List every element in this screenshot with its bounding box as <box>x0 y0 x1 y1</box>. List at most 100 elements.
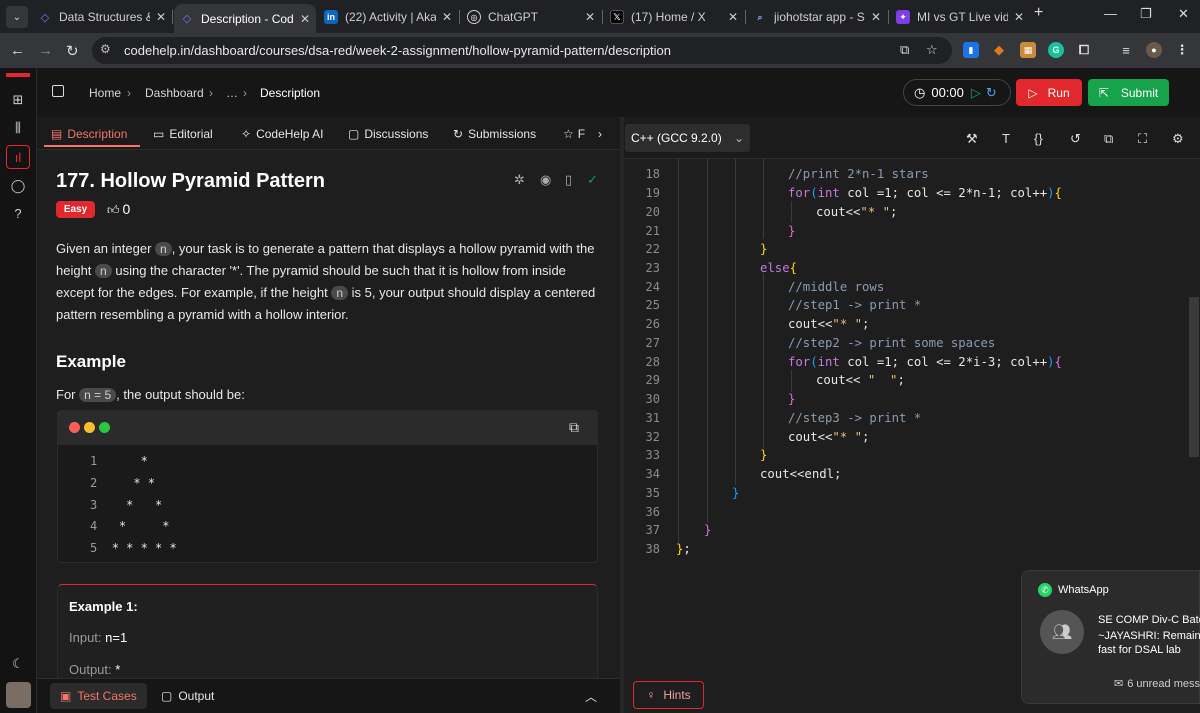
user-avatar[interactable] <box>6 682 31 708</box>
breadcrumb-ellipsis[interactable]: … <box>226 86 238 100</box>
code-line[interactable]: } <box>760 242 767 256</box>
tab-label: Submissions <box>468 127 537 141</box>
code-line[interactable]: //step1 -> print * <box>788 298 921 312</box>
browser-tab[interactable]: ◇ Data Structures & Alg ✕ <box>32 4 172 30</box>
hints-label: Hints <box>663 688 691 702</box>
reset-icon[interactable]: ↻ <box>986 85 997 101</box>
close-window-icon[interactable]: ✕ <box>1178 6 1189 22</box>
extension-icon[interactable]: ▦ <box>1020 42 1036 58</box>
tab-codehelp-ai[interactable]: ✧ CodeHelp AI <box>241 127 323 141</box>
reload-icon[interactable]: ↻ <box>66 42 79 60</box>
settings-sliders-icon[interactable]: ⚙ <box>1172 131 1184 147</box>
tab-description[interactable]: ▤ Description <box>51 127 127 141</box>
browser-tab[interactable]: 𝕏 (17) Home / X ✕ <box>604 4 744 30</box>
grammarly-icon[interactable]: G <box>1048 42 1064 58</box>
restore-icon[interactable]: ❐ <box>1140 6 1152 22</box>
minimize-icon[interactable]: — <box>1104 6 1117 21</box>
close-tab-icon[interactable]: ✕ <box>871 10 881 24</box>
browser-tab-active[interactable]: ◇ Description - Codehe ✕ <box>174 4 316 33</box>
grid-icon[interactable]: ⊞ <box>8 90 28 110</box>
upload-icon: ⇱ <box>1098 85 1109 100</box>
code-line[interactable]: } <box>704 523 711 537</box>
theme-toggle-icon[interactable]: ☾ <box>8 654 28 674</box>
code-line[interactable]: for(int col =1; col <= 2*n-1; col++){ <box>788 186 1062 200</box>
code-line[interactable]: cout<<"* "; <box>788 430 869 444</box>
code-line[interactable]: } <box>788 392 795 406</box>
browser-tab[interactable]: in (22) Activity | Akash S ✕ <box>318 4 458 30</box>
braces-icon[interactable]: {} <box>1034 131 1043 146</box>
browser-tab[interactable]: ✦ MI vs GT Live video s ✕ <box>890 4 1030 30</box>
extension-icon[interactable]: ▮ <box>963 42 979 58</box>
close-tab-icon[interactable]: ✕ <box>728 10 738 24</box>
copy-code-icon[interactable]: ⧉ <box>1104 131 1113 147</box>
copy-icon[interactable]: ⧉ <box>569 419 579 436</box>
fullscreen-icon[interactable]: ⛶ <box>1138 131 1147 147</box>
code-line[interactable]: cout<< " "; <box>816 373 905 387</box>
tab-discussions[interactable]: ▢ Discussions <box>348 127 428 141</box>
extensions-puzzle-icon[interactable]: ⧠ <box>1076 42 1092 58</box>
code-line[interactable]: } <box>732 486 739 500</box>
submit-button[interactable]: ⇱ Submit <box>1088 79 1169 106</box>
tabs-scroll-right-icon[interactable]: › <box>598 127 602 141</box>
breadcrumb-home[interactable]: Home <box>89 86 121 100</box>
font-size-icon[interactable]: T <box>1002 131 1010 146</box>
run-button[interactable]: ▷ Run <box>1016 79 1082 106</box>
tab-editorial[interactable]: ▭ Editorial <box>153 127 213 141</box>
code-line[interactable]: } <box>760 448 767 462</box>
toggle-panel-icon[interactable] <box>52 85 64 97</box>
url-text[interactable]: codehelp.in/dashboard/courses/dsa-red/we… <box>124 43 671 58</box>
back-icon[interactable]: ← <box>10 42 25 59</box>
chat-bubble-icon[interactable]: ◯ <box>8 176 28 196</box>
close-tab-icon[interactable]: ✕ <box>585 10 595 24</box>
close-tab-icon[interactable]: ✕ <box>156 10 166 24</box>
code-line[interactable]: cout<<"* "; <box>788 317 869 331</box>
metamask-icon[interactable]: ◆ <box>991 42 1007 58</box>
editor-scrollbar[interactable] <box>1189 297 1199 457</box>
close-tab-icon[interactable]: ✕ <box>1014 10 1024 24</box>
forward-icon[interactable]: → <box>38 42 53 59</box>
tab-search-menu-icon[interactable]: ⌄ <box>6 6 28 28</box>
stats-chart-icon[interactable]: ıl <box>6 145 30 169</box>
browser-tab[interactable]: ◎ ChatGPT ✕ <box>461 4 601 30</box>
library-icon[interactable]: ⫼ <box>8 118 28 138</box>
help-icon[interactable]: ? <box>8 203 28 223</box>
tab-output[interactable]: ▢ Output <box>151 683 224 709</box>
chevron-right-icon: › <box>243 86 247 100</box>
tab-test-cases[interactable]: ▣ Test Cases <box>50 683 147 709</box>
breadcrumb-dashboard[interactable]: Dashboard <box>145 86 204 100</box>
code-line[interactable]: for(int col =1; col <= 2*i-3; col++){ <box>788 355 1062 369</box>
code-line[interactable]: //step3 -> print * <box>788 411 921 425</box>
hints-button[interactable]: ♀ Hints <box>633 681 704 709</box>
magic-format-icon[interactable]: ⚒ <box>966 131 978 147</box>
language-select[interactable]: C++ (GCC 9.2.0) ⌄ <box>625 124 750 152</box>
eye-icon[interactable]: ◉ <box>540 172 551 188</box>
code-line[interactable]: else{ <box>760 261 797 275</box>
tab-favourites[interactable]: ☆ F <box>563 127 585 141</box>
new-tab-button[interactable]: + <box>1034 4 1043 22</box>
bookmark-star-icon[interactable]: ☆ <box>926 42 938 58</box>
browser-tab[interactable]: ⌕ jiohotstar app - Searc ✕ <box>747 4 887 30</box>
reset-code-icon[interactable]: ↺ <box>1070 131 1081 147</box>
bug-report-icon[interactable]: ✲ <box>514 172 525 188</box>
code-line[interactable]: //step2 -> print some spaces <box>788 336 995 350</box>
expand-console-icon[interactable]: ︿ <box>585 688 597 705</box>
site-info-icon[interactable]: ⚙ <box>100 42 111 56</box>
install-app-icon[interactable]: ⧉ <box>900 42 909 58</box>
browser-menu-icon[interactable]: ⋮ <box>1174 42 1190 58</box>
tab-label: Discussions <box>364 127 429 141</box>
profile-avatar[interactable]: ● <box>1146 42 1162 58</box>
code-line[interactable]: cout<<endl; <box>760 467 841 481</box>
bookmark-icon[interactable]: ▯ <box>565 172 572 188</box>
code-line[interactable]: cout<<"* "; <box>816 205 897 219</box>
media-control-icon[interactable]: ≡ <box>1118 42 1134 58</box>
tab-submissions[interactable]: ↻ Submissions <box>453 127 536 141</box>
play-icon[interactable]: ▷ <box>971 85 981 101</box>
tab-title: jiohotstar app - Searc <box>774 10 865 24</box>
code-line[interactable]: } <box>788 224 795 238</box>
code-line[interactable]: //middle rows <box>788 280 884 294</box>
close-tab-icon[interactable]: ✕ <box>442 10 452 24</box>
code-line[interactable]: }; <box>676 542 691 556</box>
code-line[interactable]: //print 2*n-1 stars <box>788 167 929 181</box>
like-button[interactable]: 👍︎ 0 <box>107 201 130 218</box>
close-tab-icon[interactable]: ✕ <box>300 12 310 26</box>
